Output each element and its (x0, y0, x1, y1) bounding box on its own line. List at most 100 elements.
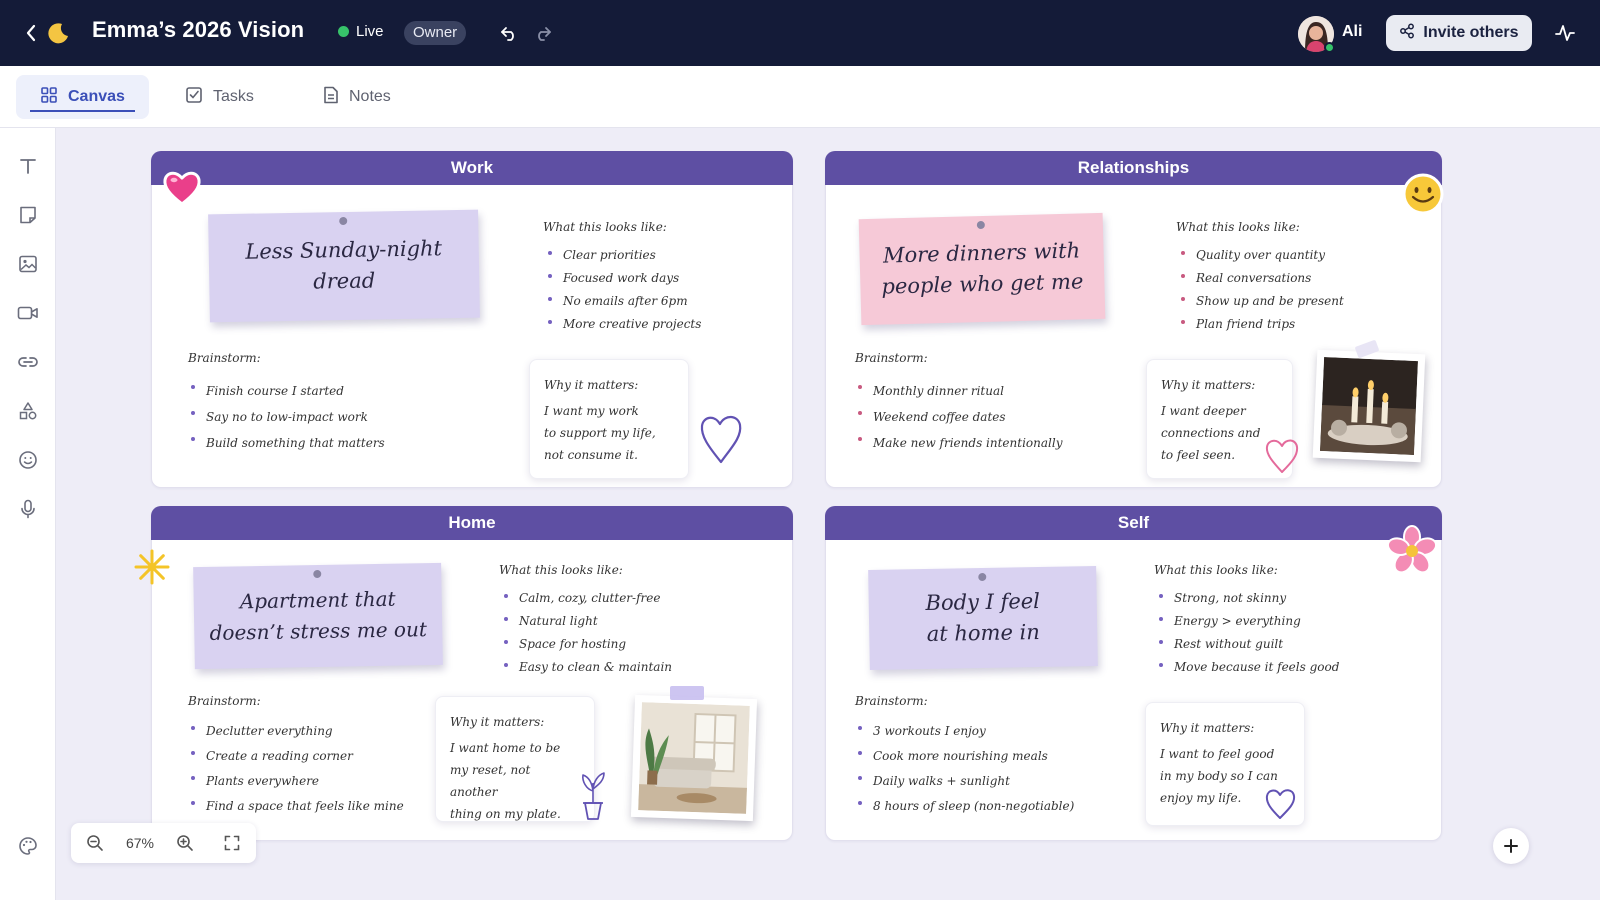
sticky-text: Apartment that doesn’t stress me out (209, 583, 427, 649)
moon-logo-icon (47, 21, 71, 45)
sticky-note[interactable]: Less Sunday-night dread (208, 209, 480, 323)
fullscreen-icon[interactable] (209, 835, 255, 851)
why-label: Why it matters: (1160, 721, 1255, 735)
brainstorm-list: 3 workouts I enjoy Cook more nourishing … (855, 719, 1074, 819)
why-line: I want home to be (450, 741, 561, 755)
zoom-in-icon[interactable] (161, 834, 209, 852)
share-icon (1399, 23, 1415, 44)
pin-icon (339, 216, 348, 226)
online-indicator (1324, 42, 1335, 53)
link-icon[interactable] (16, 350, 40, 374)
view-tabs: Canvas Tasks Notes (0, 66, 1600, 128)
card-self[interactable]: Self Body I feel at home in What this lo… (825, 506, 1442, 841)
zoom-controls: 67% (71, 823, 256, 863)
card-title: Home (151, 506, 793, 540)
sticky-text: More dinners with people who get me (880, 235, 1083, 302)
sticky-note[interactable]: Apartment that doesn’t stress me out (193, 562, 443, 670)
invite-others-button[interactable]: Invite others (1386, 15, 1532, 51)
brainstorm-list: Monthly dinner ritual Weekend coffee dat… (855, 378, 1063, 456)
tab-tasks-label: Tasks (213, 88, 254, 105)
brainstorm-label: Brainstorm: (855, 694, 928, 708)
live-label: Live (356, 23, 384, 40)
list-item: Easy to clean & maintain (501, 656, 672, 679)
top-bar: Emma’s 2026 Vision Live Owner Ali Invite… (0, 0, 1600, 66)
image-icon[interactable] (16, 252, 40, 276)
looks-label: What this looks like: (1154, 563, 1278, 577)
looks-label: What this looks like: (543, 220, 667, 234)
text-icon[interactable] (16, 154, 40, 178)
sticky-line: Apartment that (239, 586, 396, 614)
list-item: Finish course I started (188, 378, 385, 404)
plus-icon (1504, 839, 1518, 853)
board-title[interactable]: Emma’s 2026 Vision (92, 17, 304, 43)
back-chevron-icon[interactable] (24, 23, 38, 43)
smiley-sticker-icon (1401, 172, 1445, 221)
list-item: More creative projects (545, 313, 701, 336)
list-item: Move because it feels good (1156, 656, 1339, 679)
add-plus-button[interactable] (1493, 828, 1529, 864)
living-room-photo[interactable] (630, 694, 758, 822)
live-status: Live (338, 23, 384, 40)
photo-tape (670, 686, 704, 700)
why-note[interactable]: Why it matters: I want home to be my res… (435, 696, 595, 822)
dinner-candles-photo[interactable] (1312, 349, 1426, 463)
list-item: Space for hosting (501, 633, 672, 656)
activity-icon[interactable] (1554, 22, 1576, 44)
list-item: Make new friends intentionally (855, 430, 1063, 456)
looks-label: What this looks like: (499, 563, 623, 577)
microphone-icon[interactable] (16, 497, 40, 521)
looks-label: What this looks like: (1176, 220, 1300, 234)
palette-icon[interactable] (16, 834, 40, 858)
why-note[interactable]: Why it matters: I want my work to suppor… (529, 359, 689, 479)
sticky-note-icon[interactable] (16, 203, 40, 227)
list-item: Natural light (501, 610, 672, 633)
why-line: connections and (1161, 426, 1261, 440)
tab-notes[interactable]: Notes (323, 75, 391, 119)
sticky-line: doesn’t stress me out (209, 617, 428, 645)
why-line: I want to feel good (1160, 747, 1275, 761)
why-line: thing on my plate. (450, 807, 561, 821)
list-item: Show up and be present (1178, 290, 1344, 313)
why-line: my reset, not another (450, 763, 531, 799)
looks-list: Calm, cozy, clutter-free Natural light S… (501, 587, 672, 679)
looks-list: Strong, not skinny Energy > everything R… (1156, 587, 1339, 679)
sticky-note[interactable]: More dinners with people who get me (858, 212, 1106, 326)
live-dot (338, 26, 349, 37)
tab-canvas[interactable]: Canvas (16, 75, 149, 119)
card-relationships[interactable]: Relationships More dinners with people w… (825, 151, 1445, 488)
heart-sticker-icon (162, 168, 202, 213)
list-item: 8 hours of sleep (non-negotiable) (855, 794, 1074, 819)
emoji-icon[interactable] (16, 448, 40, 472)
video-icon[interactable] (16, 301, 40, 325)
sticky-note[interactable]: Body I feel at home in (868, 566, 1098, 670)
card-work[interactable]: Work Less Sunday-night dread What this l… (151, 151, 793, 488)
sparkle-sticker-icon (132, 547, 172, 592)
list-item: Energy > everything (1156, 610, 1339, 633)
heart-doodle-icon (698, 410, 744, 471)
zoom-level[interactable]: 67% (119, 835, 161, 851)
tab-tasks[interactable]: Tasks (185, 75, 254, 119)
tab-notes-label: Notes (349, 88, 391, 105)
card-home[interactable]: Home Apartment that doesn’t stress me ou… (134, 506, 793, 841)
list-item: Quality over quantity (1178, 244, 1344, 267)
why-line: to support my life, (544, 426, 656, 440)
why-line: in my body so I can (1160, 769, 1278, 783)
redo-icon[interactable] (533, 23, 553, 43)
card-title: Self (825, 506, 1442, 540)
role-badge: Owner (404, 21, 467, 45)
list-item: Build something that matters (188, 430, 385, 456)
list-item: Focused work days (545, 267, 701, 290)
plant-doodle-icon (576, 769, 610, 826)
why-label: Why it matters: (450, 715, 545, 729)
list-item: Rest without guilt (1156, 633, 1339, 656)
zoom-out-icon[interactable] (71, 834, 119, 852)
left-toolbar (0, 128, 56, 900)
checkbox-icon (185, 86, 203, 109)
grid-icon (40, 86, 58, 109)
pin-icon (978, 572, 987, 582)
avatar[interactable] (1298, 16, 1335, 53)
heart-doodle-icon (1263, 435, 1301, 480)
shapes-icon[interactable] (16, 399, 40, 423)
undo-icon[interactable] (499, 23, 519, 43)
brainstorm-list: Finish course I started Say no to low-im… (188, 378, 385, 456)
